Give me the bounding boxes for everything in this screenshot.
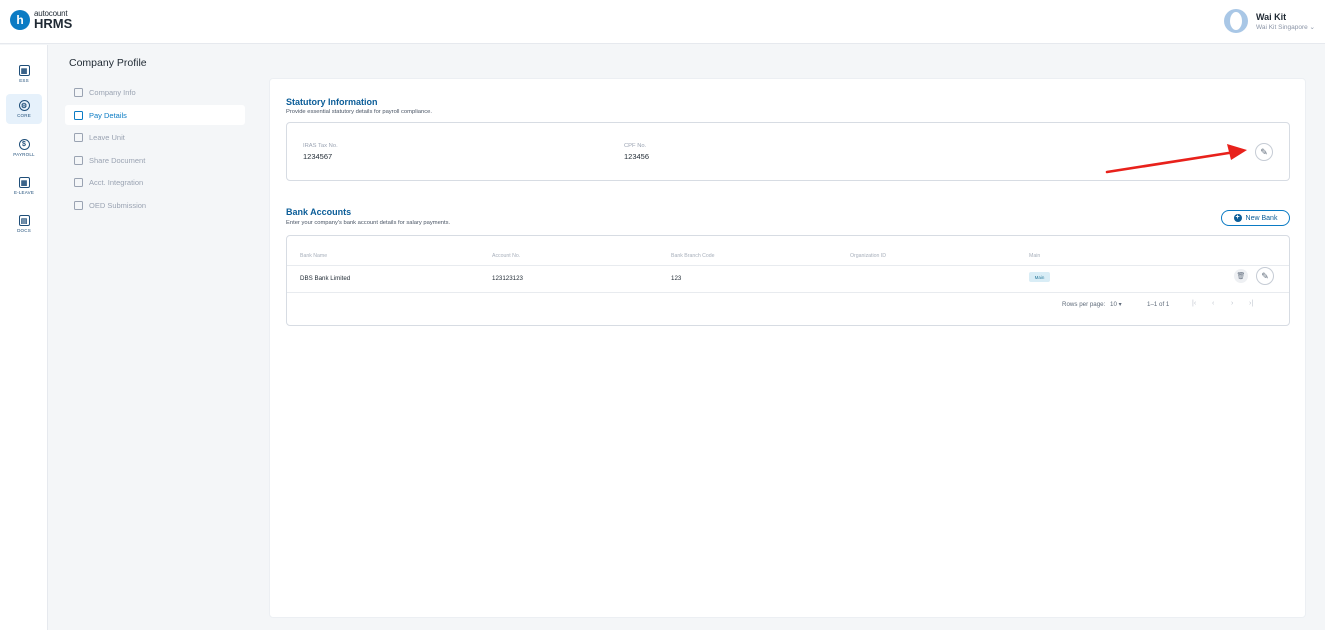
user-menu[interactable]: Wai Kit Wai Kit Singapore ⌄ — [1223, 9, 1315, 33]
nav-item-label: Share Document — [89, 155, 146, 165]
new-bank-label: New Bank — [1245, 214, 1278, 222]
column-header[interactable]: Account No. — [492, 253, 520, 259]
nav-item-share-document[interactable]: Share Document — [65, 150, 245, 170]
bank-name-cell: DBS Bank Limited — [300, 275, 351, 282]
rail-label: ESS — [19, 78, 29, 83]
rail-label: E-LEAVE — [13, 190, 35, 195]
user-info[interactable]: Wai Kit Wai Kit Singapore ⌄ — [1256, 12, 1315, 31]
dollar-icon: $ — [18, 139, 30, 150]
prev-page-icon[interactable]: ‹ — [1212, 300, 1214, 307]
main-badge: Main — [1029, 272, 1050, 282]
column-header[interactable]: Bank Name — [300, 253, 327, 259]
rows-per-page-label: Rows per page: — [1062, 301, 1106, 308]
plus-icon: + — [1233, 214, 1242, 222]
module-rail: ▦ ESS ⚙ CORE $ PAYROLL ▦ E-LEAVE ▤ DOCS — [0, 45, 48, 630]
edit-statutory-button[interactable]: ✎ — [1255, 143, 1273, 161]
rail-item-eleave[interactable]: ▦ E-LEAVE — [6, 171, 42, 201]
nav-item-leave-unit[interactable]: Leave Unit — [65, 127, 245, 147]
iras-tax-label: IRAS Tax No. — [303, 143, 338, 149]
integration-icon — [74, 177, 83, 187]
first-page-icon[interactable]: |‹ — [1192, 300, 1196, 307]
bank-accounts-table: Bank Name Account No. Bank Branch Code O… — [286, 235, 1290, 326]
edit-bank-button[interactable]: ✎ — [1256, 267, 1274, 285]
column-header[interactable]: Organization ID — [850, 253, 886, 259]
home-icon — [74, 87, 83, 97]
rail-item-core[interactable]: ⚙ CORE — [6, 94, 42, 124]
column-header[interactable]: Bank Branch Code — [671, 253, 715, 259]
statutory-subtitle: Provide essential statutory details for … — [286, 109, 432, 115]
nav-item-label: Pay Details — [89, 110, 127, 120]
new-bank-button[interactable]: + New Bank — [1221, 210, 1290, 226]
app-logo[interactable]: h autocount HRMS — [10, 9, 72, 30]
rail-label: DOCS — [17, 228, 31, 233]
annotation-arrow — [1105, 144, 1247, 174]
pencil-icon: ✎ — [1260, 146, 1268, 157]
nav-item-company-info[interactable]: Company Info — [65, 82, 245, 102]
settings-icon: ⚙ — [18, 100, 30, 111]
nav-item-label: Acct. Integration — [89, 177, 144, 187]
delete-bank-button[interactable]: 🗑 — [1234, 269, 1248, 283]
cpf-value: 123456 — [624, 152, 650, 161]
rail-item-docs[interactable]: ▤ DOCS — [6, 209, 42, 239]
statutory-title: Statutory Information — [286, 97, 378, 107]
nav-item-acct-integration[interactable]: Acct. Integration — [65, 172, 245, 192]
next-page-icon[interactable]: › — [1231, 300, 1233, 307]
company-selector[interactable]: Wai Kit Singapore ⌄ — [1256, 23, 1315, 31]
trash-icon: 🗑 — [1236, 273, 1246, 280]
pencil-icon: ✎ — [1261, 270, 1269, 281]
document-icon: ▤ — [18, 215, 30, 226]
branch-code-cell: 123 — [671, 275, 682, 282]
calendar-icon: ▦ — [18, 177, 30, 188]
rows-per-page-select[interactable]: 10 ▾ — [1110, 301, 1122, 308]
logo-big-text: HRMS — [34, 16, 73, 31]
nav-item-oed-submission[interactable]: OED Submission — [65, 195, 245, 215]
iras-tax-value: 1234567 — [303, 152, 333, 161]
nav-item-label: Leave Unit — [89, 132, 125, 142]
leave-unit-icon — [74, 132, 83, 142]
logo-mark: h — [10, 9, 30, 30]
rail-label: CORE — [17, 113, 31, 118]
last-page-icon[interactable]: ›| — [1249, 300, 1253, 307]
user-name: Wai Kit — [1255, 11, 1287, 22]
rail-label: PAYROLL — [13, 152, 35, 157]
pay-details-icon — [74, 110, 83, 120]
rail-item-payroll[interactable]: $ PAYROLL — [6, 133, 42, 163]
submission-icon — [74, 200, 83, 210]
rail-item-ess[interactable]: ▦ ESS — [6, 59, 42, 89]
top-bar: h autocount HRMS Wai Kit Wai Kit Singapo… — [0, 0, 1325, 44]
page-title: Company Profile — [69, 57, 147, 69]
share-document-icon — [74, 155, 83, 165]
pagination-range: 1–1 of 1 — [1147, 301, 1170, 308]
bank-accounts-subtitle: Enter your company's bank account detail… — [286, 220, 451, 226]
nav-item-label: OED Submission — [89, 200, 147, 210]
logo-text: autocount HRMS — [34, 9, 72, 30]
account-no-cell: 123123123 — [492, 275, 523, 282]
column-header[interactable]: Main — [1029, 253, 1040, 259]
header-divider — [287, 265, 1289, 266]
company-profile-nav: Company Profile Company Info Pay Details… — [49, 45, 254, 630]
nav-item-label: Company Info — [89, 87, 136, 97]
avatar[interactable] — [1223, 9, 1248, 33]
row-divider — [287, 292, 1289, 293]
calculator-icon: ▦ — [18, 65, 30, 76]
bank-accounts-title: Bank Accounts — [286, 207, 352, 217]
nav-item-pay-details[interactable]: Pay Details — [65, 105, 245, 125]
cpf-label: CPF No. — [624, 143, 647, 149]
